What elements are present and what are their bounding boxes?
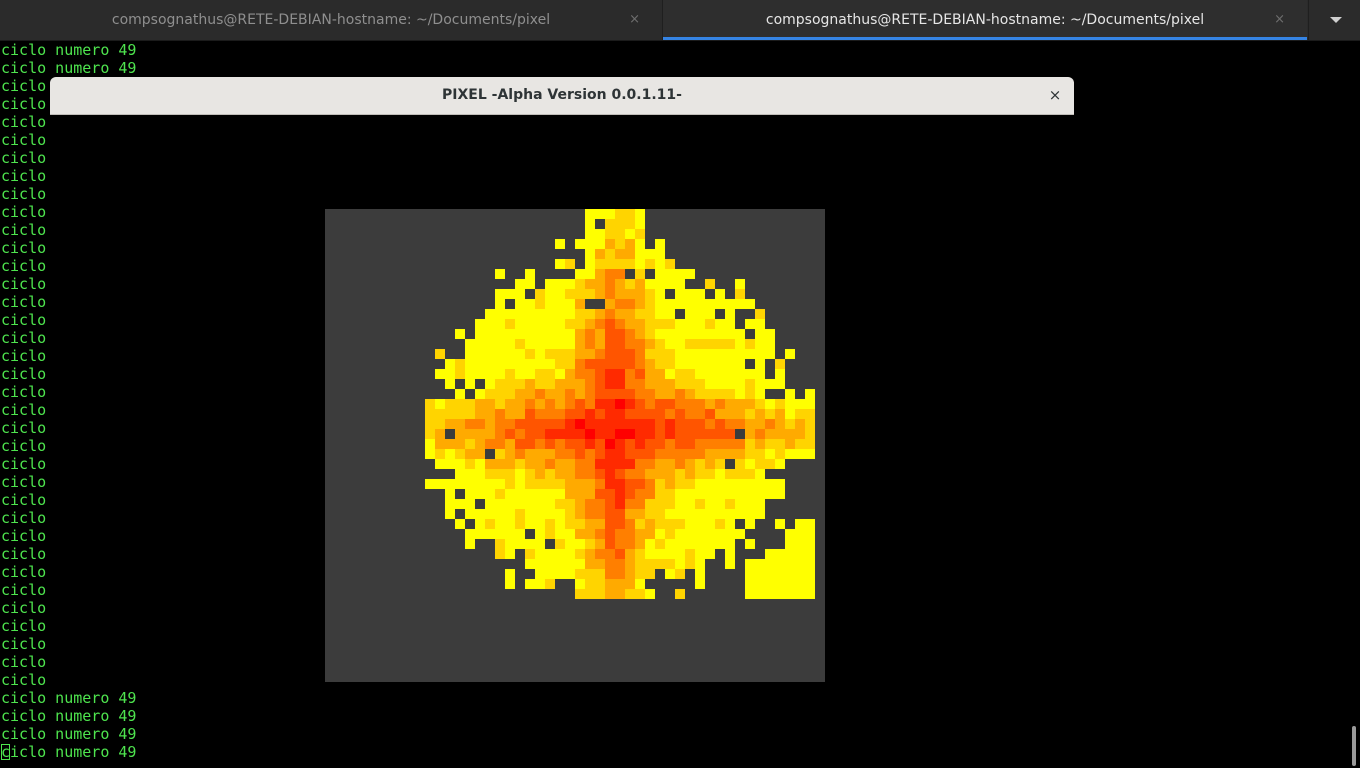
terminal-line: ciclo <box>1 473 47 491</box>
terminal-line: ciclo <box>1 545 47 563</box>
terminal-line: ciclo numero 49 <box>1 689 137 707</box>
terminal-line: ciclo <box>1 527 47 545</box>
terminal-tab-2[interactable]: compsognathus@RETE-DEBIAN-hostname: ~/Do… <box>663 0 1307 40</box>
terminal-line: ciclo <box>1 185 47 203</box>
terminal-line: ciclo <box>1 167 47 185</box>
terminal-line: ciclo <box>1 257 47 275</box>
terminal-line: ciclo <box>1 77 47 95</box>
terminal-line: ciclo <box>1 275 47 293</box>
terminal-line: ciclo <box>1 113 47 131</box>
terminal-line: ciclo <box>1 293 47 311</box>
close-window-icon[interactable]: × <box>1046 77 1064 114</box>
terminal-line: ciclo <box>1 635 47 653</box>
terminal-line: ciclo <box>1 437 47 455</box>
terminal-line: ciclo <box>1 311 47 329</box>
close-tab-icon[interactable]: × <box>629 12 640 27</box>
terminal-scrollbar[interactable] <box>1348 41 1360 768</box>
terminal-line: ciclo <box>1 329 47 347</box>
terminal-line: ciclo numero 49 <box>1 59 137 77</box>
tab-title: compsognathus@RETE-DEBIAN-hostname: ~/Do… <box>765 12 1205 28</box>
terminal-line: ciclo <box>1 365 47 383</box>
terminal-line: ciclo numero 49 <box>1 725 137 743</box>
tab-menu-button[interactable] <box>1308 0 1360 40</box>
tab-title: compsognathus@RETE-DEBIAN-hostname: ~/Do… <box>111 12 551 28</box>
terminal-line: ciclo <box>1 203 47 221</box>
terminal-line: ciclo <box>1 491 47 509</box>
terminal-line: ciclo numero 49 <box>1 41 137 59</box>
terminal-cursor <box>1 744 10 760</box>
pixel-window-titlebar[interactable]: PIXEL -Alpha Version 0.0.1.11- × <box>50 77 1074 115</box>
terminal-line: ciclo numero 49 <box>1 743 137 761</box>
terminal-line: ciclo <box>1 455 47 473</box>
terminal-line: ciclo <box>1 239 47 257</box>
terminal-line: ciclo <box>1 149 47 167</box>
terminal-line: ciclo numero 49 <box>1 707 137 725</box>
terminal-line: ciclo <box>1 563 47 581</box>
window-title: PIXEL -Alpha Version 0.0.1.11- <box>442 87 682 103</box>
pixel-art <box>425 209 815 599</box>
close-tab-icon[interactable]: × <box>1274 12 1285 27</box>
scrollbar-thumb[interactable] <box>1352 726 1356 766</box>
terminal-line: ciclo <box>1 221 47 239</box>
terminal-line: ciclo <box>1 599 47 617</box>
terminal-line: ciclo <box>1 401 47 419</box>
terminal-line: ciclo <box>1 581 47 599</box>
terminal-line: ciclo <box>1 617 47 635</box>
chevron-down-icon <box>1330 17 1342 23</box>
terminal-line: ciclo <box>1 347 47 365</box>
terminal-line: ciclo <box>1 383 47 401</box>
terminal-line: ciclo <box>1 131 47 149</box>
pixel-canvas[interactable] <box>325 209 825 682</box>
terminal-line: ciclo <box>1 95 47 113</box>
terminal-line: ciclo <box>1 671 47 689</box>
terminal-line: ciclo <box>1 509 47 527</box>
terminal-tab-1[interactable]: compsognathus@RETE-DEBIAN-hostname: ~/Do… <box>0 0 663 40</box>
terminal-tab-bar: compsognathus@RETE-DEBIAN-hostname: ~/Do… <box>0 0 1360 41</box>
terminal-line: ciclo <box>1 419 47 437</box>
terminal-line: ciclo <box>1 653 47 671</box>
